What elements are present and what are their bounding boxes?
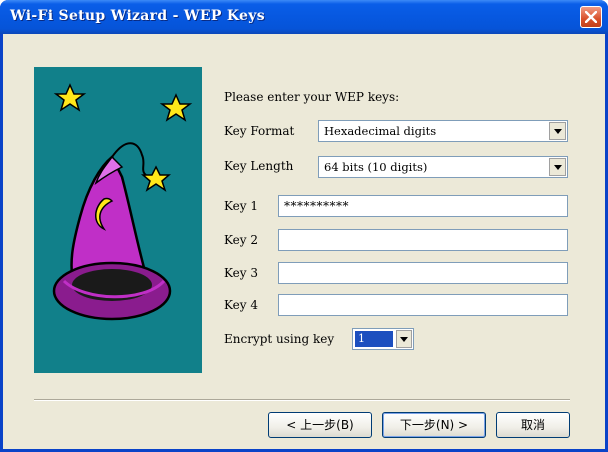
key-length-label: Key Length — [224, 159, 294, 173]
key-2-label: Key 2 — [224, 233, 258, 247]
encrypt-key-value: 1 — [355, 331, 393, 347]
chevron-down-icon[interactable] — [396, 330, 412, 348]
key-1-value: ********** — [284, 199, 349, 213]
key-length-select[interactable]: 64 bits (10 digits) — [318, 156, 568, 178]
window-title: Wi-Fi Setup Wizard - WEP Keys — [10, 8, 265, 24]
wizard-hat-icon — [52, 83, 193, 321]
key-length-value: 64 bits (10 digits) — [324, 160, 428, 174]
close-button[interactable] — [580, 6, 602, 28]
chevron-down-icon[interactable] — [549, 122, 566, 140]
next-button[interactable]: 下一步(N) > — [382, 412, 486, 438]
back-button[interactable]: < 上一步(B) — [268, 412, 372, 438]
encrypt-key-select[interactable]: 1 — [352, 328, 414, 350]
encrypt-using-label: Encrypt using key — [224, 332, 335, 346]
key-format-select[interactable]: Hexadecimal digits — [318, 120, 568, 142]
key-4-label: Key 4 — [224, 298, 258, 312]
key-4-input[interactable] — [278, 294, 568, 316]
title-bar[interactable]: Wi-Fi Setup Wizard - WEP Keys — [0, 0, 608, 34]
key-1-input[interactable]: ********** — [278, 195, 568, 217]
key-2-input[interactable] — [278, 229, 568, 251]
wizard-banner-image — [34, 67, 202, 373]
key-1-label: Key 1 — [224, 199, 258, 213]
cancel-button[interactable]: 取消 — [496, 412, 570, 438]
button-divider — [34, 399, 570, 401]
key-3-input[interactable] — [278, 262, 568, 284]
key-format-value: Hexadecimal digits — [324, 124, 437, 138]
wep-keys-prompt: Please enter your WEP keys: — [224, 90, 400, 104]
chevron-down-icon[interactable] — [549, 158, 566, 176]
key-3-label: Key 3 — [224, 266, 258, 280]
key-format-label: Key Format — [224, 124, 295, 138]
